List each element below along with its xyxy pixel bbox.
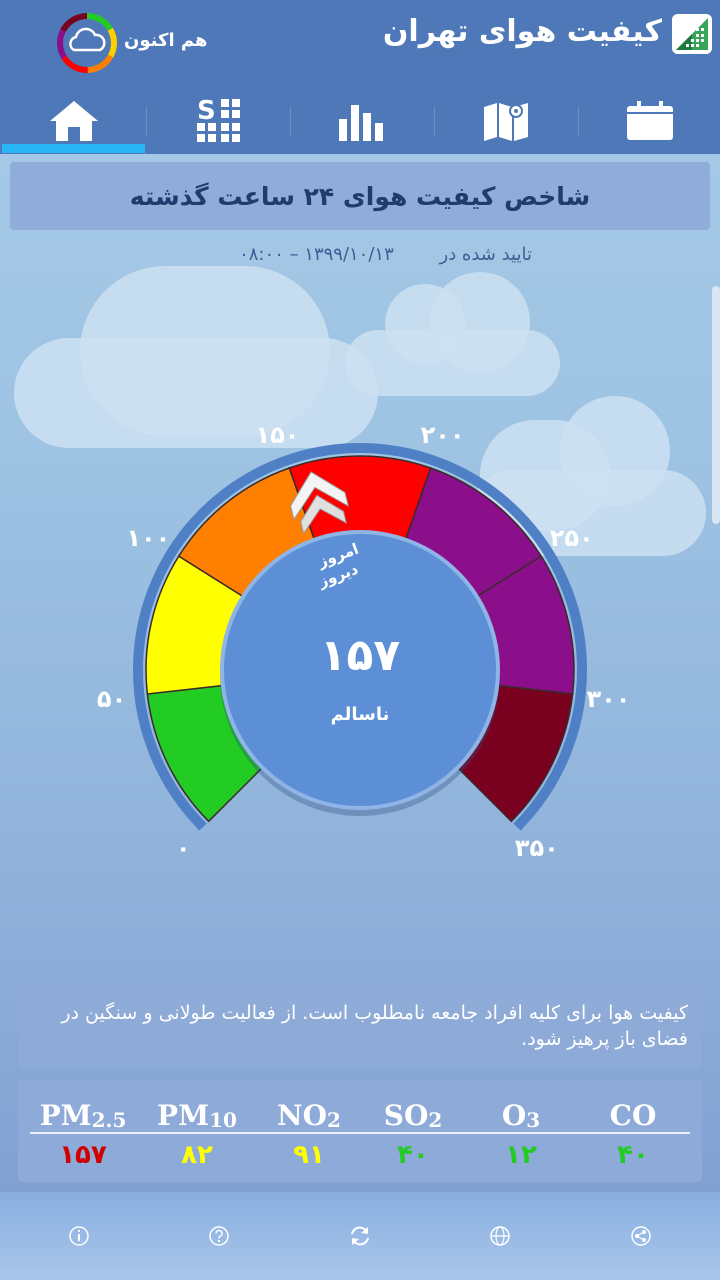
share-icon — [631, 1226, 651, 1246]
pollutant-name: CO — [609, 1099, 657, 1132]
now-label[interactable]: هم اکنون — [124, 30, 208, 51]
tab-stations[interactable]: S — [146, 88, 290, 154]
gauge-tick-label: ۱۰۰ — [126, 524, 170, 552]
confirm-datetime: ۱۳۹۹/۱۰/۱۳ – ۰۸:۰۰ — [239, 244, 394, 265]
map-icon — [484, 103, 528, 141]
gauge-tick-label: ۳۰۰ — [586, 685, 630, 713]
website-button[interactable] — [484, 1220, 516, 1252]
help-button[interactable] — [203, 1220, 235, 1252]
tab-calendar[interactable] — [578, 88, 720, 154]
title-card: شاخص کیفیت هوای ۲۴ ساعت گذشته — [10, 162, 710, 230]
confirm-label: تایید شده در — [439, 244, 533, 265]
pollutants-panel: PM2.5 ۱۵۷ PM10 ۸۲ NO2 ۹۱ SO2 ۴۰ O3 ۱۲ CO ۴۰ — [18, 1080, 702, 1182]
card-title: شاخص کیفیت هوای ۲۴ ساعت گذشته — [129, 181, 591, 211]
app-logo-icon — [672, 14, 712, 54]
pollutant-value: ۹۱ — [293, 1140, 325, 1170]
pollutant-name: NO2 — [277, 1099, 341, 1132]
pollutant-name: O3 — [501, 1099, 541, 1132]
pollutant-value: ۴۰ — [397, 1140, 429, 1170]
pollutant-name: PM10 — [157, 1099, 237, 1132]
aqi-status: ناسالم — [331, 704, 390, 725]
gauge-tick-label: ۲۰۰ — [421, 421, 465, 449]
confirmation-line: تایید شده در ۱۳۹۹/۱۰/۱۳ – ۰۸:۰۰ — [192, 244, 532, 265]
active-tab-indicator — [2, 144, 145, 153]
pollutants-divider — [30, 1132, 690, 1134]
gauge-tick-label: ۰ — [176, 834, 191, 862]
tab-charts[interactable] — [290, 88, 434, 154]
help-icon — [209, 1226, 229, 1246]
gauge-tick-label: ۲۵۰ — [550, 524, 594, 552]
pollutant-value: ۱۵۷ — [59, 1140, 107, 1170]
refresh-icon — [351, 1226, 369, 1246]
share-button[interactable] — [625, 1220, 657, 1252]
info-button[interactable] — [63, 1220, 95, 1252]
app-header: کیفیت هوای تهران هم اکنون — [0, 0, 720, 88]
refresh-button[interactable] — [344, 1220, 376, 1252]
aqi-value: ۱۵۷ — [320, 630, 401, 681]
advice-card: کیفیت هوا برای کلیه افراد جامعه نامطلوب … — [18, 986, 702, 1068]
gauge-tick-label: ۵۰ — [97, 685, 126, 713]
pollutant-name: PM2.5 — [39, 1099, 127, 1132]
aqi-gauge: ۰ ۵۰ ۱۰۰ ۱۵۰ ۲۰۰ ۲۵۰ ۳۰۰ ۳۵۰ امروز دیروز ۱۵۷ ناسالم — [0, 420, 720, 880]
tab-map[interactable] — [434, 88, 578, 154]
current-status-cloud-icon[interactable] — [56, 12, 118, 74]
bottom-bar — [0, 1192, 720, 1280]
pollutant-name: SO2 — [383, 1099, 443, 1132]
calendar-icon — [627, 101, 673, 140]
pollutant-value: ۴۰ — [617, 1140, 649, 1170]
globe-icon — [490, 1226, 510, 1246]
gauge-tick-label: ۳۵۰ — [515, 834, 559, 862]
pollutant-value: ۱۲ — [505, 1140, 537, 1170]
pollutant-value: ۸۲ — [181, 1140, 213, 1170]
advice-text: کیفیت هوا برای کلیه افراد جامعه نامطلوب … — [61, 1002, 688, 1050]
gauge-tick-label: ۱۵۰ — [255, 421, 299, 449]
app-title: کیفیت هوای تهران — [382, 14, 662, 49]
stations-grid-icon: S — [197, 97, 240, 142]
info-icon — [69, 1226, 89, 1246]
svg-text:S: S — [197, 97, 216, 126]
bar-chart-icon — [339, 105, 383, 141]
home-icon — [50, 101, 98, 141]
